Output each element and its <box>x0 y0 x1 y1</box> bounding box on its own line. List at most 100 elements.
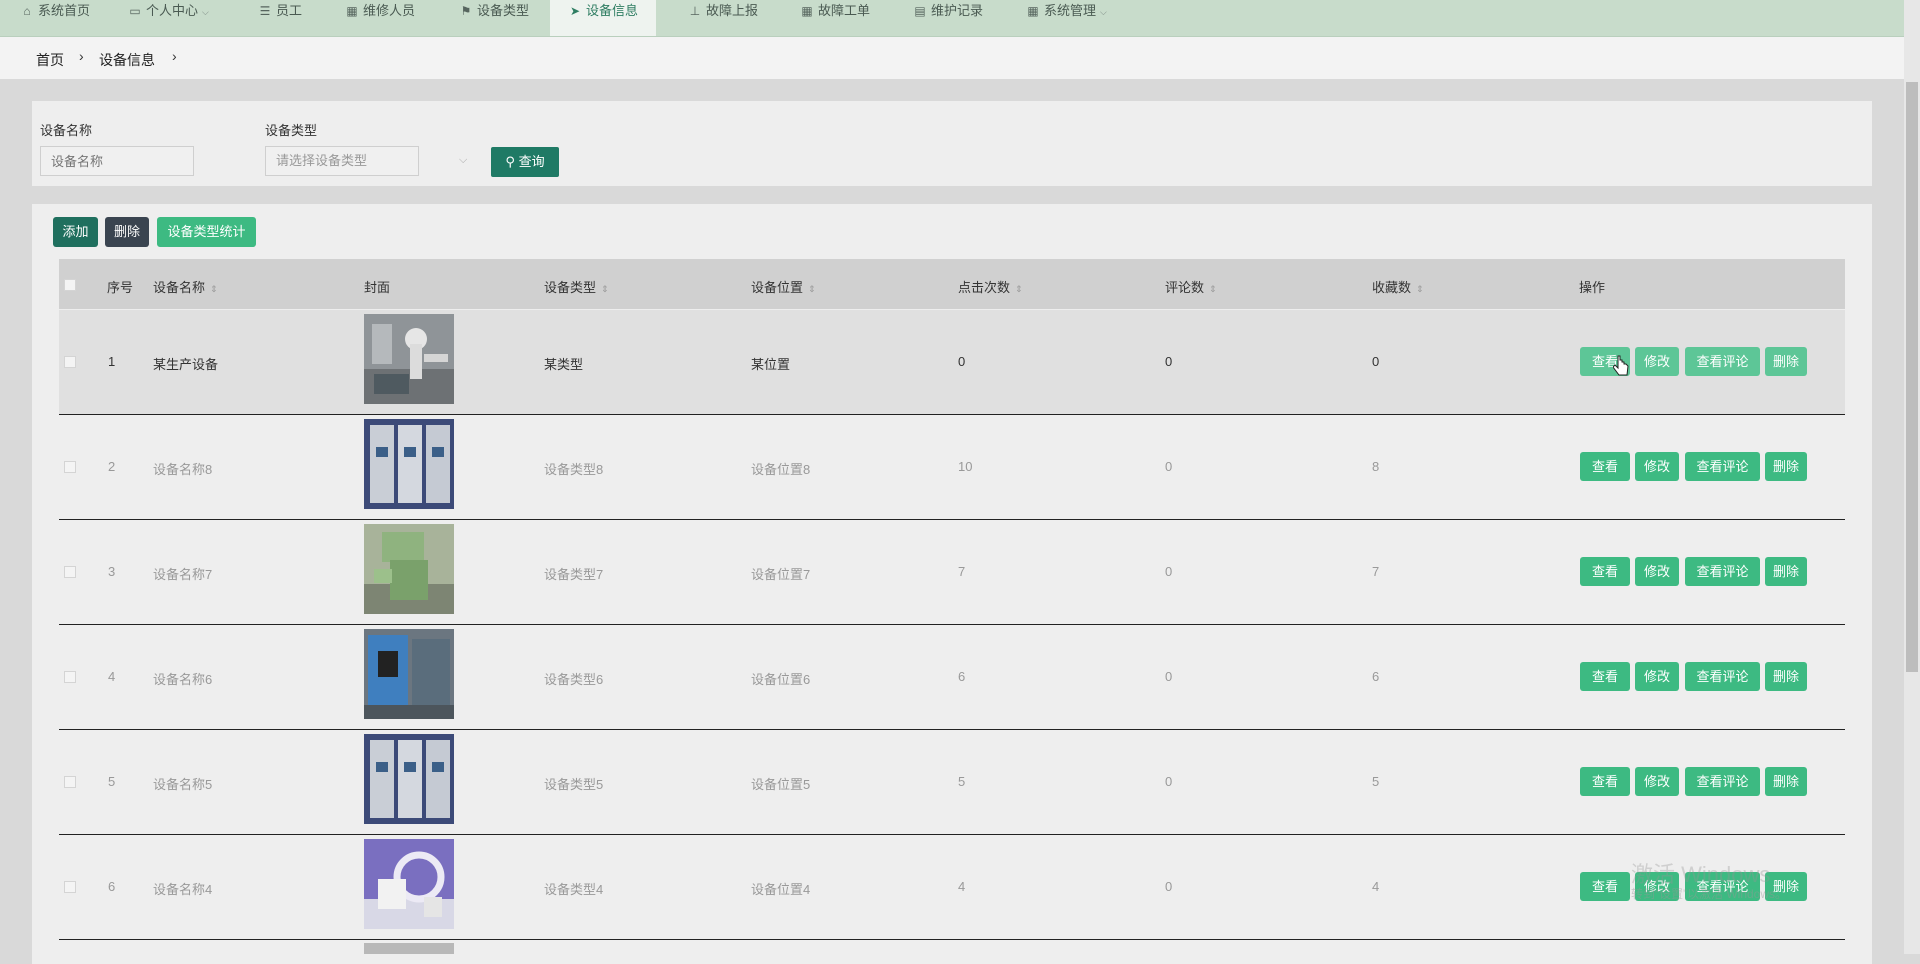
view-comments-button[interactable]: 查看评论 <box>1685 767 1760 796</box>
nav-label: 维护记录 <box>931 3 984 18</box>
id-card-icon: ▭ <box>129 4 141 18</box>
search-icon: ⚲ <box>505 154 515 169</box>
cover-image[interactable] <box>364 419 454 509</box>
view-comments-button[interactable]: 查看评论 <box>1685 557 1760 586</box>
row-clicks: 4 <box>958 879 966 894</box>
row-delete-button[interactable]: 删除 <box>1765 662 1807 691</box>
type-statistics-button[interactable]: 设备类型统计 <box>157 217 256 247</box>
view-comments-button[interactable]: 查看评论 <box>1685 347 1760 376</box>
row-comments: 0 <box>1165 669 1173 684</box>
delete-button[interactable]: 删除 <box>105 217 149 247</box>
nav-item-work-order[interactable]: ▦ 故障工单 <box>800 0 870 36</box>
row-checkbox[interactable] <box>64 776 76 788</box>
header-comments[interactable]: 评论数 ⇕ <box>1165 277 1217 296</box>
row-delete-button[interactable]: 删除 <box>1765 347 1807 376</box>
row-clicks: 5 <box>958 774 966 789</box>
edit-button[interactable]: 修改 <box>1635 767 1679 796</box>
view-button[interactable]: 查看 <box>1580 557 1630 586</box>
cover-image[interactable] <box>364 734 454 824</box>
edit-button[interactable]: 修改 <box>1635 557 1679 586</box>
sort-icon: ⇕ <box>1209 284 1217 294</box>
flag-icon: ⚑ <box>460 4 472 18</box>
row-name: 设备名称4 <box>153 882 213 897</box>
grid-icon: ▦ <box>346 4 358 18</box>
row-delete-button[interactable]: 删除 <box>1765 557 1807 586</box>
add-button[interactable]: 添加 <box>53 217 98 247</box>
view-button[interactable]: 查看 <box>1580 872 1630 901</box>
nav-label: 员工 <box>276 3 303 18</box>
edit-button[interactable]: 修改 <box>1635 662 1679 691</box>
mouse-cursor-icon <box>1612 355 1629 380</box>
row-index: 4 <box>108 669 116 684</box>
nav-label: 维修人员 <box>363 3 416 18</box>
nav-item-device-info[interactable]: ➤ 设备信息 <box>550 0 657 36</box>
row-checkbox[interactable] <box>64 671 76 683</box>
header-name[interactable]: 设备名称 ⇕ <box>153 277 218 296</box>
nav-item-repairers[interactable]: ▦ 维修人员 <box>345 0 415 36</box>
nav-label: 设备信息 <box>586 3 639 18</box>
breadcrumb-home[interactable]: 首页 <box>36 50 64 70</box>
cover-image[interactable] <box>364 943 454 954</box>
row-delete-button[interactable]: 删除 <box>1765 452 1807 481</box>
header-type-label: 设备类型 <box>544 280 597 295</box>
nav-item-employee[interactable]: ☰ 员工 <box>258 0 302 36</box>
row-favorites: 8 <box>1372 459 1380 474</box>
header-clicks[interactable]: 点击次数 ⇕ <box>958 277 1023 296</box>
table-row: 1 某生产设备 某类型 某位置 0 0 0 查看 修改 查看评论 删除 <box>59 310 1845 415</box>
breadcrumb-separator-icon: › <box>79 48 84 64</box>
row-checkbox[interactable] <box>64 881 76 893</box>
scrollbar-thumb[interactable] <box>1906 82 1918 672</box>
edit-button[interactable]: 修改 <box>1635 452 1679 481</box>
stamp-icon: ⊥ <box>689 4 701 18</box>
view-button[interactable]: 查看 <box>1580 662 1630 691</box>
row-comments: 0 <box>1165 774 1173 789</box>
nav-item-system[interactable]: ▦ 系统管理 ⌵ <box>1026 0 1107 36</box>
breadcrumb-current: 设备信息 <box>99 52 155 68</box>
sort-icon: ⇕ <box>808 284 816 294</box>
table-row: 6 设备名称4 设备类型4 设备位置4 4 0 4 查看 修改 查看评论 删除 <box>59 835 1845 940</box>
cover-image[interactable] <box>364 524 454 614</box>
row-checkbox[interactable] <box>64 356 76 368</box>
sort-icon: ⇕ <box>1015 284 1023 294</box>
device-name-input[interactable] <box>40 146 194 176</box>
header-favorites[interactable]: 收藏数 ⇕ <box>1372 277 1424 296</box>
top-nav: ⌂ 系统首页 ▭ 个人中心 ⌵ ☰ 员工 ▦ 维修人员 ⚑ 设备类型 ➤ 设备信息 ⊥ 故障上报… <box>0 0 1904 37</box>
cover-image[interactable] <box>364 629 454 719</box>
search-button-label: 查询 <box>518 154 545 169</box>
row-location: 设备位置6 <box>751 672 811 687</box>
nav-item-maintenance[interactable]: ▤ 维护记录 <box>913 0 983 36</box>
row-name: 设备名称5 <box>153 777 213 792</box>
view-button[interactable]: 查看 <box>1580 452 1630 481</box>
row-location: 某位置 <box>751 357 791 372</box>
nav-item-fault-report[interactable]: ⊥ 故障上报 <box>688 0 758 36</box>
nav-item-profile[interactable]: ▭ 个人中心 ⌵ <box>128 0 209 36</box>
row-delete-button[interactable]: 删除 <box>1765 767 1807 796</box>
row-checkbox[interactable] <box>64 461 76 473</box>
row-clicks: 0 <box>958 354 966 369</box>
table-header: 序号 设备名称 ⇕ 封面 设备类型 ⇕ 设备位置 ⇕ 点击次数 ⇕ 评论数 ⇕ 收藏数 ⇕ … <box>59 259 1845 309</box>
select-all-checkbox[interactable] <box>64 279 76 291</box>
cover-image[interactable] <box>364 314 454 404</box>
view-comments-button[interactable]: 查看评论 <box>1685 452 1760 481</box>
row-checkbox[interactable] <box>64 566 76 578</box>
nav-item-device-type[interactable]: ⚑ 设备类型 <box>459 0 529 36</box>
table-row: 4 设备名称6 设备类型6 设备位置6 6 0 6 查看 修改 查看评论 删除 <box>59 625 1845 730</box>
device-type-select[interactable]: 请选择设备类型 <box>265 146 419 176</box>
sort-icon: ⇕ <box>1416 284 1424 294</box>
nav-item-home[interactable]: ⌂ 系统首页 <box>20 0 90 36</box>
row-comments: 0 <box>1165 564 1173 579</box>
row-type: 设备类型6 <box>544 672 604 687</box>
row-type: 设备类型5 <box>544 777 604 792</box>
table-row: 5 设备名称5 设备类型5 设备位置5 5 0 5 查看 修改 查看评论 删除 <box>59 730 1845 835</box>
header-location[interactable]: 设备位置 ⇕ <box>751 277 816 296</box>
header-location-label: 设备位置 <box>751 280 804 295</box>
row-index: 3 <box>108 564 116 579</box>
row-name: 某生产设备 <box>153 357 219 372</box>
search-button[interactable]: ⚲ 查询 <box>491 147 559 177</box>
view-button[interactable]: 查看 <box>1580 767 1630 796</box>
edit-button[interactable]: 修改 <box>1635 347 1679 376</box>
header-type[interactable]: 设备类型 ⇕ <box>544 277 609 296</box>
view-comments-button[interactable]: 查看评论 <box>1685 662 1760 691</box>
nav-label: 故障上报 <box>706 3 759 18</box>
cover-image[interactable] <box>364 839 454 929</box>
